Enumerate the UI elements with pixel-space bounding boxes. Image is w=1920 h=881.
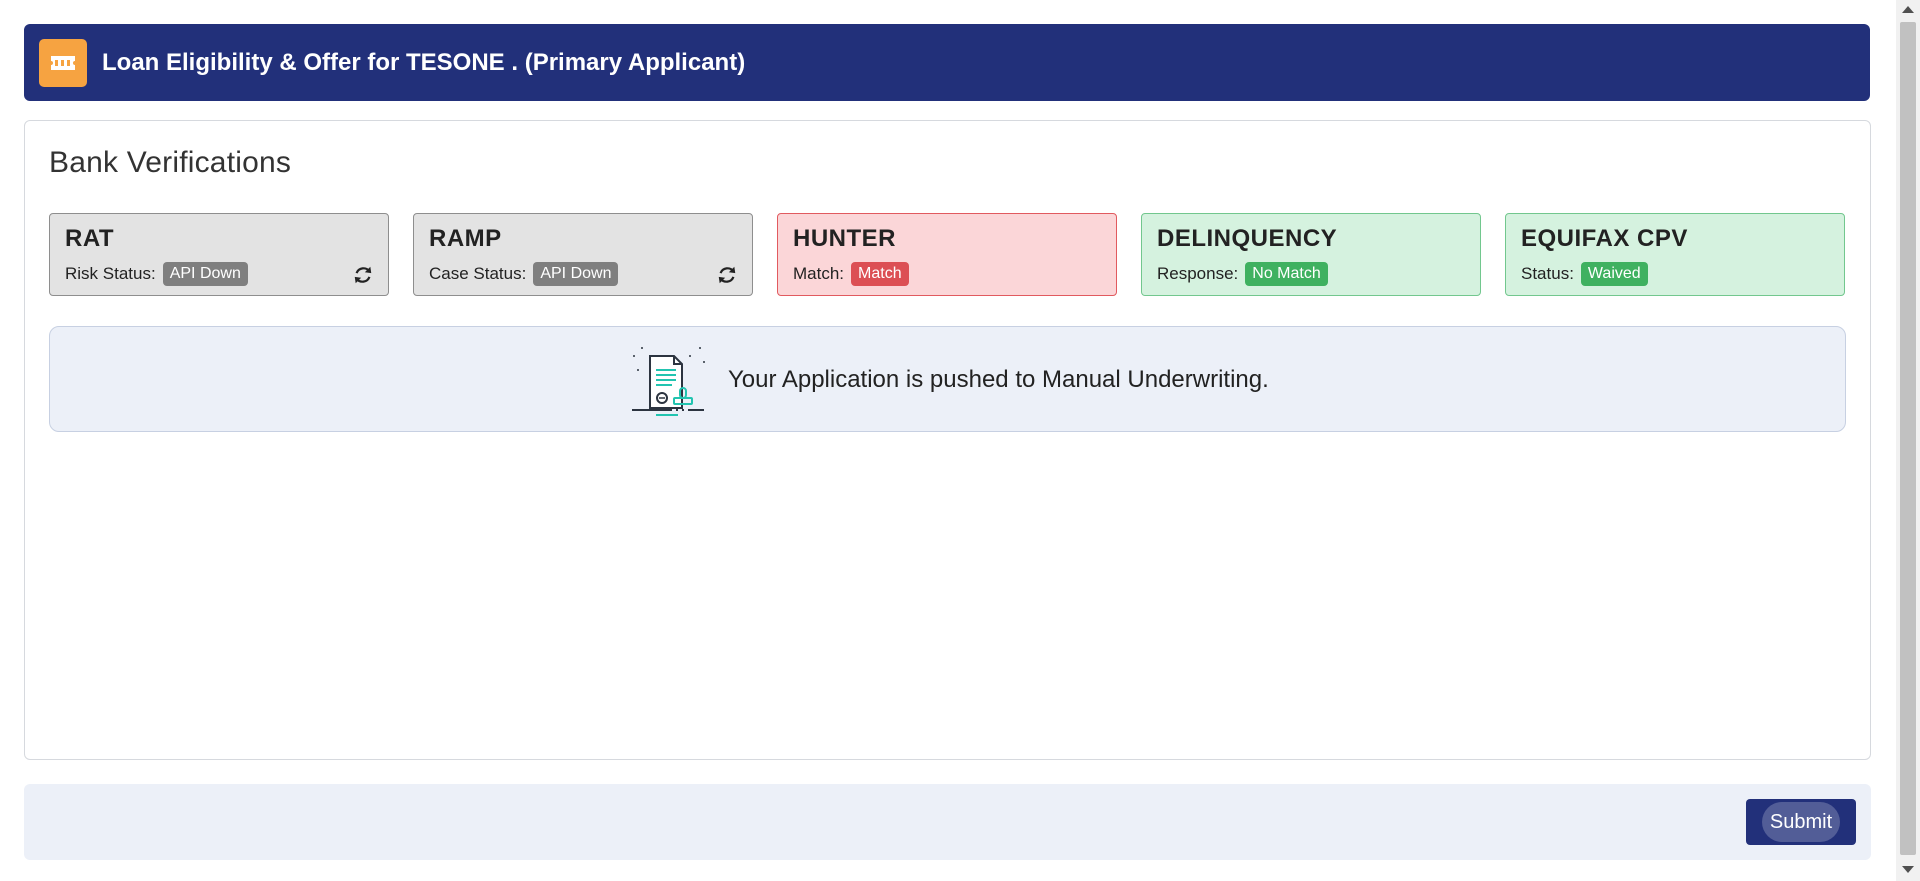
verification-card-title: RAMP — [429, 225, 502, 252]
scrollbar[interactable] — [1896, 0, 1920, 881]
submit-button[interactable]: Submit — [1746, 799, 1856, 845]
verification-card-rat: RAT Risk Status: API Down — [49, 213, 389, 296]
page-header: Loan Eligibility & Offer for TESONE . (P… — [24, 24, 1870, 101]
verification-status-row: Response: No Match — [1157, 261, 1328, 287]
scroll-up-arrow-icon[interactable] — [1902, 6, 1914, 13]
scrollbar-thumb[interactable] — [1900, 22, 1916, 855]
status-badge: API Down — [162, 262, 248, 286]
status-badge: Match — [851, 262, 909, 286]
verification-status-label: Match: — [793, 264, 845, 283]
underwriting-notice: Your Application is pushed to Manual Und… — [49, 326, 1846, 432]
verification-status-label: Status: — [1521, 264, 1574, 283]
underwriting-message: Your Application is pushed to Manual Und… — [728, 366, 1269, 393]
refresh-icon[interactable] — [352, 264, 374, 286]
document-stamp-icon — [632, 347, 705, 416]
refresh-icon[interactable] — [716, 264, 738, 286]
section-title: Bank Verifications — [49, 146, 292, 179]
verification-card-ramp: RAMP Case Status: API Down — [413, 213, 753, 296]
verification-status-label: Response: — [1157, 264, 1239, 283]
verification-card-delinquency: DELINQUENCY Response: No Match — [1141, 213, 1481, 296]
verification-card-title: HUNTER — [793, 225, 896, 252]
page-title: Loan Eligibility & Offer for TESONE . (P… — [102, 49, 746, 76]
scroll-down-arrow-icon[interactable] — [1902, 866, 1914, 873]
verification-card-title: EQUIFAX CPV — [1521, 225, 1688, 252]
verification-card-title: DELINQUENCY — [1157, 225, 1338, 252]
verification-card-title: RAT — [65, 225, 115, 252]
footer-bar — [24, 784, 1871, 860]
status-badge: Waived — [1580, 262, 1648, 286]
verification-status-row: Risk Status: API Down — [65, 261, 248, 287]
submit-button-label: Submit — [1769, 810, 1833, 833]
verification-status-label: Risk Status: — [65, 264, 156, 283]
status-badge: API Down — [533, 262, 619, 286]
verification-status-label: Case Status: — [429, 264, 527, 283]
status-badge: No Match — [1245, 262, 1328, 286]
verification-card-equifax-cpv: EQUIFAX CPV Status: Waived — [1505, 213, 1845, 296]
verification-status-row: Status: Waived — [1521, 261, 1648, 287]
verification-status-row: Case Status: API Down — [429, 261, 619, 287]
ticket-icon — [39, 39, 87, 87]
verification-status-row: Match: Match — [793, 261, 909, 287]
verification-card-hunter: HUNTER Match: Match — [777, 213, 1117, 296]
